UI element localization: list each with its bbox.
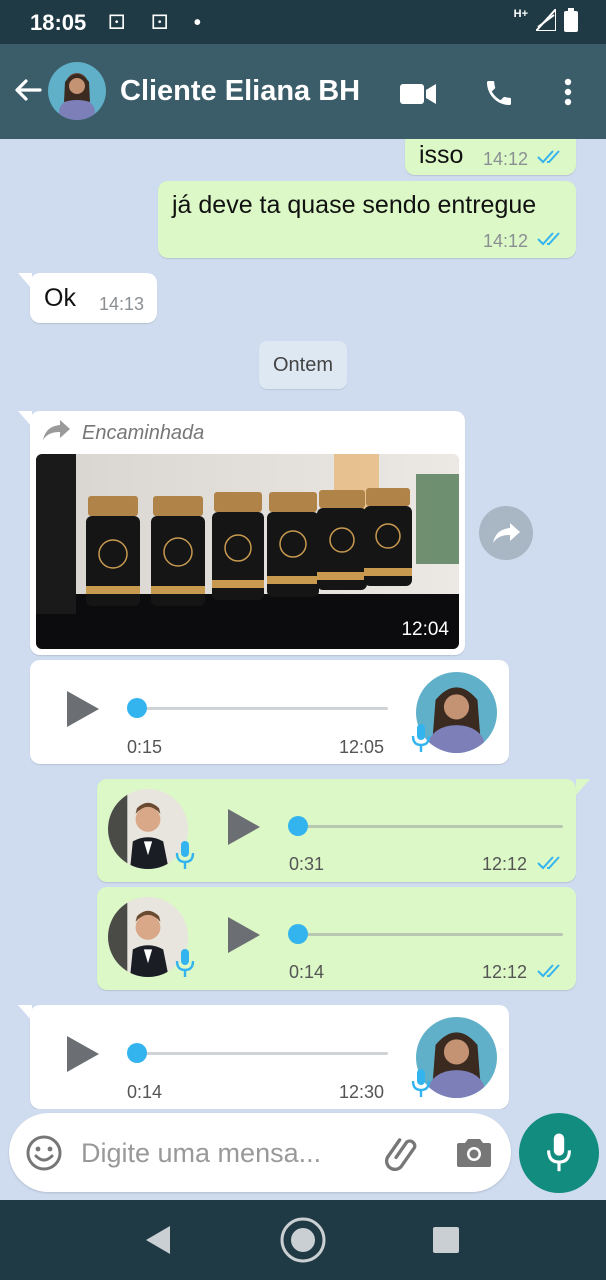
share-forward-button[interactable] bbox=[479, 506, 533, 560]
audio-progress-handle[interactable] bbox=[127, 698, 147, 718]
play-icon[interactable] bbox=[67, 1036, 99, 1072]
voice-message-outgoing[interactable]: 0:31 12:12 bbox=[97, 779, 576, 882]
voice-message-incoming[interactable]: 0:14 12:30 bbox=[30, 1005, 509, 1109]
audio-progress-handle[interactable] bbox=[288, 924, 308, 944]
attach-icon[interactable] bbox=[382, 1133, 422, 1173]
nav-recents-icon[interactable] bbox=[433, 1227, 459, 1253]
voice-message-outgoing[interactable]: 0:14 12:12 bbox=[97, 887, 576, 990]
read-ticks-icon bbox=[537, 150, 560, 164]
product-jars bbox=[86, 488, 412, 606]
chat-messages[interactable]: isso 14:12 já deve ta quase sendo entreg… bbox=[0, 139, 606, 1109]
message-text: isso bbox=[419, 141, 464, 169]
message-time: 14:12 bbox=[483, 149, 529, 169]
message-time: 12:05 bbox=[339, 737, 385, 757]
nav-home-icon[interactable] bbox=[279, 1216, 327, 1264]
forward-arrow-icon bbox=[43, 420, 70, 440]
voice-duration: 0:14 bbox=[127, 1082, 163, 1102]
play-icon[interactable] bbox=[228, 917, 260, 953]
audio-progress-track[interactable] bbox=[292, 933, 563, 936]
signal-icon bbox=[536, 9, 556, 31]
chat-header: Cliente Eliana BH bbox=[0, 44, 606, 139]
read-ticks-icon bbox=[537, 856, 560, 870]
more-options-icon[interactable] bbox=[563, 78, 573, 106]
audio-progress-track[interactable] bbox=[292, 825, 563, 828]
mic-icon bbox=[175, 949, 195, 977]
status-time: 18:05 bbox=[30, 10, 87, 35]
audio-progress-track[interactable] bbox=[130, 707, 388, 710]
system-nav-bar bbox=[0, 1200, 606, 1280]
nav-back-icon[interactable] bbox=[146, 1226, 172, 1254]
contact-avatar[interactable] bbox=[48, 62, 106, 120]
mic-icon bbox=[411, 724, 431, 752]
network-type: H+ bbox=[513, 8, 528, 20]
message-bubble-outgoing[interactable]: isso 14:12 bbox=[405, 139, 576, 175]
play-icon[interactable] bbox=[67, 691, 99, 727]
play-icon[interactable] bbox=[228, 809, 260, 845]
voice-duration: 0:14 bbox=[289, 962, 325, 982]
message-time: 14:12 bbox=[483, 231, 529, 251]
back-arrow-icon[interactable] bbox=[12, 74, 44, 106]
mic-icon bbox=[547, 1133, 571, 1172]
message-time: 12:30 bbox=[339, 1082, 385, 1102]
message-input[interactable]: Digite uma mensa... bbox=[81, 1138, 321, 1169]
message-bubble-incoming[interactable]: Ok 14:13 bbox=[30, 273, 157, 323]
read-ticks-icon bbox=[537, 232, 560, 246]
message-bubble-outgoing[interactable]: já deve ta quase sendo entregue 14:12 bbox=[158, 181, 576, 258]
message-text: Ok bbox=[44, 284, 76, 312]
bubble-tail bbox=[576, 779, 590, 795]
message-time: 12:12 bbox=[482, 854, 528, 874]
message-input-bar[interactable]: Digite uma mensa... bbox=[9, 1113, 511, 1192]
status-bar: 18:05 ⚀ ⚀ • H+ bbox=[0, 0, 606, 44]
read-ticks-icon bbox=[537, 964, 560, 978]
message-text: já deve ta quase sendo entregue bbox=[172, 191, 537, 219]
voice-record-button[interactable] bbox=[519, 1113, 599, 1193]
notification-icons: ⚀ ⚀ • bbox=[108, 12, 211, 34]
battery-icon bbox=[564, 8, 578, 32]
message-time: 14:13 bbox=[99, 294, 145, 314]
status-right-icons: H+ bbox=[514, 8, 578, 32]
forwarded-photo[interactable]: 12:04 bbox=[36, 454, 459, 649]
voice-message-incoming[interactable]: 0:15 12:05 bbox=[30, 660, 509, 764]
contact-name[interactable]: Cliente Eliana BH bbox=[120, 75, 360, 108]
camera-icon[interactable] bbox=[456, 1135, 492, 1169]
phone-icon[interactable] bbox=[483, 77, 515, 109]
forwarded-label: Encaminhada bbox=[82, 422, 205, 444]
photo-time: 12:04 bbox=[401, 619, 449, 640]
mic-icon bbox=[411, 1069, 431, 1097]
message-time: 12:12 bbox=[482, 962, 528, 982]
emoji-icon[interactable] bbox=[25, 1134, 63, 1172]
voice-duration: 0:15 bbox=[127, 737, 163, 757]
video-call-icon[interactable] bbox=[400, 82, 436, 106]
mic-icon bbox=[175, 841, 195, 869]
audio-progress-track[interactable] bbox=[130, 1052, 388, 1055]
audio-progress-handle[interactable] bbox=[127, 1043, 147, 1063]
share-forward-icon bbox=[493, 523, 520, 543]
voice-duration: 0:31 bbox=[289, 854, 325, 874]
audio-progress-handle[interactable] bbox=[288, 816, 308, 836]
date-separator: Ontem bbox=[259, 341, 347, 389]
